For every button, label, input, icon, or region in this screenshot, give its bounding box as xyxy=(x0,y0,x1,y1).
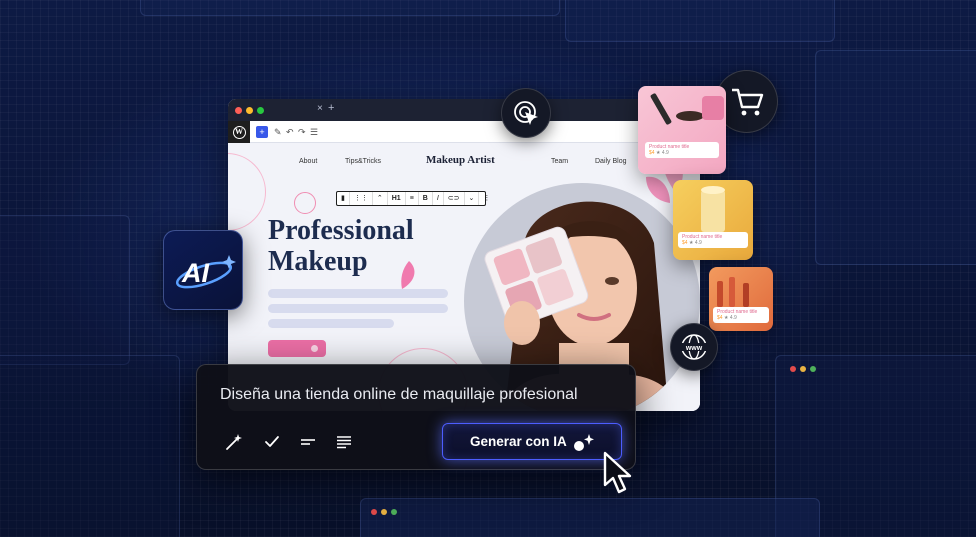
add-block-button[interactable]: + xyxy=(256,126,268,138)
prompt-input[interactable]: Diseña una tienda online de maquillaje p… xyxy=(220,386,578,404)
list-view-icon[interactable]: ☰ xyxy=(310,126,318,138)
ai-label: AI xyxy=(182,258,209,288)
svg-text:www: www xyxy=(685,345,703,352)
nav-blog[interactable]: Daily Blog xyxy=(595,158,627,165)
short-text-icon[interactable] xyxy=(299,433,317,451)
hero-heading[interactable]: Professional Makeup xyxy=(268,215,414,277)
target-cursor-icon[interactable] xyxy=(501,88,551,138)
long-text-icon[interactable] xyxy=(335,433,353,451)
check-icon[interactable] xyxy=(263,433,281,451)
ai-logo-card: AI xyxy=(163,230,243,310)
text-placeholder xyxy=(268,289,448,298)
new-tab-icon[interactable]: + xyxy=(328,102,334,114)
background-window xyxy=(565,0,835,42)
text-placeholder xyxy=(268,304,448,313)
product-image xyxy=(701,186,725,232)
product-label: Product name title $4 ★ 4.9 xyxy=(713,307,769,323)
text-placeholder xyxy=(268,319,394,328)
maximize-window-button[interactable] xyxy=(257,107,264,114)
magic-wand-icon[interactable] xyxy=(225,433,243,451)
close-tab-icon[interactable]: × xyxy=(317,103,323,114)
nav-team[interactable]: Team xyxy=(551,158,568,165)
italic-button[interactable]: I xyxy=(433,192,444,205)
background-window xyxy=(140,0,560,16)
editor-toolbar: W + ✎ ↶ ↷ ☰ xyxy=(228,121,700,143)
close-window-button[interactable] xyxy=(235,107,242,114)
edit-tool-icon[interactable]: ✎ xyxy=(274,126,282,138)
window-titlebar: × + xyxy=(228,99,700,121)
product-card[interactable]: Product name title $4 ★ 4.9 xyxy=(709,267,773,331)
sparkle-icon xyxy=(574,434,594,451)
background-window xyxy=(815,50,976,265)
align-icon[interactable]: ≡ xyxy=(406,192,419,205)
block-type-icon[interactable]: ▮ xyxy=(337,192,350,205)
background-window xyxy=(360,498,820,537)
product-label: Product name title $4 ★ 4.9 xyxy=(645,142,719,158)
product-card[interactable]: Product name title $4 ★ 4.9 xyxy=(673,180,753,260)
product-card[interactable]: Product name title $4 ★ 4.9 xyxy=(638,86,726,174)
mouse-cursor-icon xyxy=(603,451,632,494)
move-icon[interactable]: ⌃ xyxy=(373,192,388,205)
wordpress-logo-icon[interactable]: W xyxy=(228,121,250,143)
product-image xyxy=(650,93,724,125)
minimize-window-button[interactable] xyxy=(246,107,253,114)
globe-www-icon[interactable]: www xyxy=(670,323,718,371)
background-window xyxy=(0,215,130,365)
ai-prompt-panel: Diseña una tienda online de maquillaje p… xyxy=(196,364,636,470)
drag-handle-icon[interactable]: ⋮⋮ xyxy=(350,192,373,205)
hero-cta-button[interactable] xyxy=(268,340,326,357)
generate-with-ai-button[interactable]: Generar con IA xyxy=(442,423,622,460)
redo-icon[interactable]: ↷ xyxy=(298,126,306,138)
link-icon[interactable]: ⊂⊃ xyxy=(444,192,465,205)
site-brand[interactable]: Makeup Artist xyxy=(426,154,495,166)
heading-level-button[interactable]: H1 xyxy=(388,192,406,205)
product-label: Product name title $4 ★ 4.9 xyxy=(678,232,748,248)
leaf-decor xyxy=(401,261,415,289)
nav-tips[interactable]: Tips&Tricks xyxy=(345,158,381,165)
bold-button[interactable]: B xyxy=(419,192,433,205)
nav-about[interactable]: About xyxy=(299,158,317,165)
decor-circle xyxy=(294,192,316,214)
decor-circle xyxy=(228,153,266,231)
undo-icon[interactable]: ↶ xyxy=(286,126,294,138)
background-window xyxy=(0,355,180,537)
